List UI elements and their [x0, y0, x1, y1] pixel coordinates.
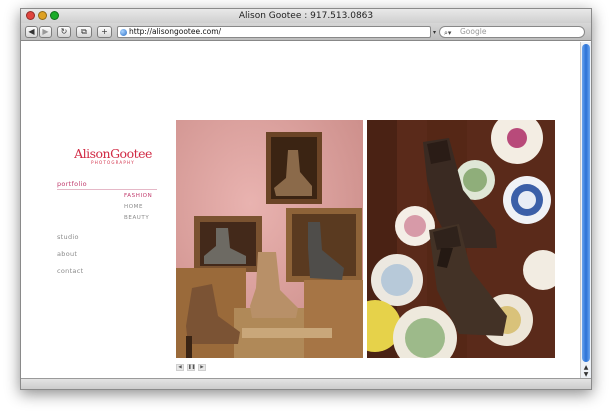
forward-arrow-icon: ▶: [42, 27, 49, 36]
vertical-scrollbar[interactable]: ▲ ▼: [580, 42, 591, 380]
forward-button[interactable]: ▶: [39, 26, 52, 38]
url-text: http://alisongootee.com/: [129, 27, 222, 36]
back-button[interactable]: ◀: [25, 26, 38, 38]
portfolio-photo-left[interactable]: [176, 120, 363, 358]
nav-contact[interactable]: contact: [57, 267, 83, 275]
previous-button[interactable]: ◀: [176, 364, 184, 371]
reload-button[interactable]: ↻: [57, 26, 71, 38]
back-arrow-icon: ◀: [28, 27, 35, 36]
add-bookmark-button[interactable]: +: [97, 26, 112, 38]
boots-on-crates-image: [176, 120, 363, 358]
minimize-icon[interactable]: [38, 11, 47, 20]
search-placeholder: Google: [460, 27, 487, 36]
subnav-fashion[interactable]: FASHION: [124, 193, 152, 199]
reload-icon: ↻: [60, 27, 68, 36]
portfolio-photo-right[interactable]: [367, 120, 555, 358]
subnav-beauty[interactable]: BEAUTY: [124, 215, 149, 221]
previous-icon: ◀: [178, 365, 182, 370]
browser-window: Alison Gootee : 917.513.0863 ◀ ▶ ↻ ⧉ + h…: [20, 8, 592, 390]
search-field[interactable]: ⌕▾ Google: [439, 26, 585, 38]
next-icon: ▶: [200, 365, 204, 370]
globe-icon: [120, 29, 127, 36]
scroll-up-icon[interactable]: ▲: [582, 364, 590, 371]
subnav-home[interactable]: HOME: [124, 204, 143, 210]
search-icon: ⌕▾: [444, 29, 452, 37]
scroll-down-icon[interactable]: ▼: [582, 371, 590, 378]
next-button[interactable]: ▶: [198, 364, 206, 371]
window-title: Alison Gootee : 917.513.0863: [238, 11, 374, 21]
nav-about[interactable]: about: [57, 250, 77, 258]
nav-studio[interactable]: studio: [57, 233, 79, 241]
address-bar[interactable]: http://alisongootee.com/: [117, 26, 431, 38]
status-bar: [21, 378, 591, 389]
nav-portfolio[interactable]: portfolio: [57, 180, 87, 188]
site-logo[interactable]: AlisonGootee PHOTOGRAPHY: [68, 146, 158, 165]
zoom-icon[interactable]: [50, 11, 59, 20]
slideshow-controls: ◀ ❚❚ ▶: [176, 364, 206, 371]
bookmark-icon: ⧉: [81, 27, 87, 36]
title-bar: Alison Gootee : 917.513.0863: [21, 9, 591, 23]
add-bookmark-icon: +: [101, 27, 108, 36]
scroll-thumb[interactable]: [582, 44, 590, 362]
toolbar: ◀ ▶ ↻ ⧉ + http://alisongootee.com/ ▾ ⌕▾ …: [21, 23, 591, 41]
bookmark-button[interactable]: ⧉: [76, 26, 92, 38]
nav-divider: [57, 189, 157, 190]
page-content: AlisonGootee PHOTOGRAPHY portfolio FASHI…: [21, 42, 581, 380]
url-dropdown-icon[interactable]: ▾: [433, 29, 436, 36]
window-controls: [26, 11, 59, 20]
close-icon[interactable]: [26, 11, 35, 20]
pause-icon: ❚❚: [188, 365, 196, 370]
boots-on-plates-image: [367, 120, 555, 358]
logo-name: AlisonGootee: [74, 146, 152, 161]
pause-button[interactable]: ❚❚: [187, 364, 196, 371]
